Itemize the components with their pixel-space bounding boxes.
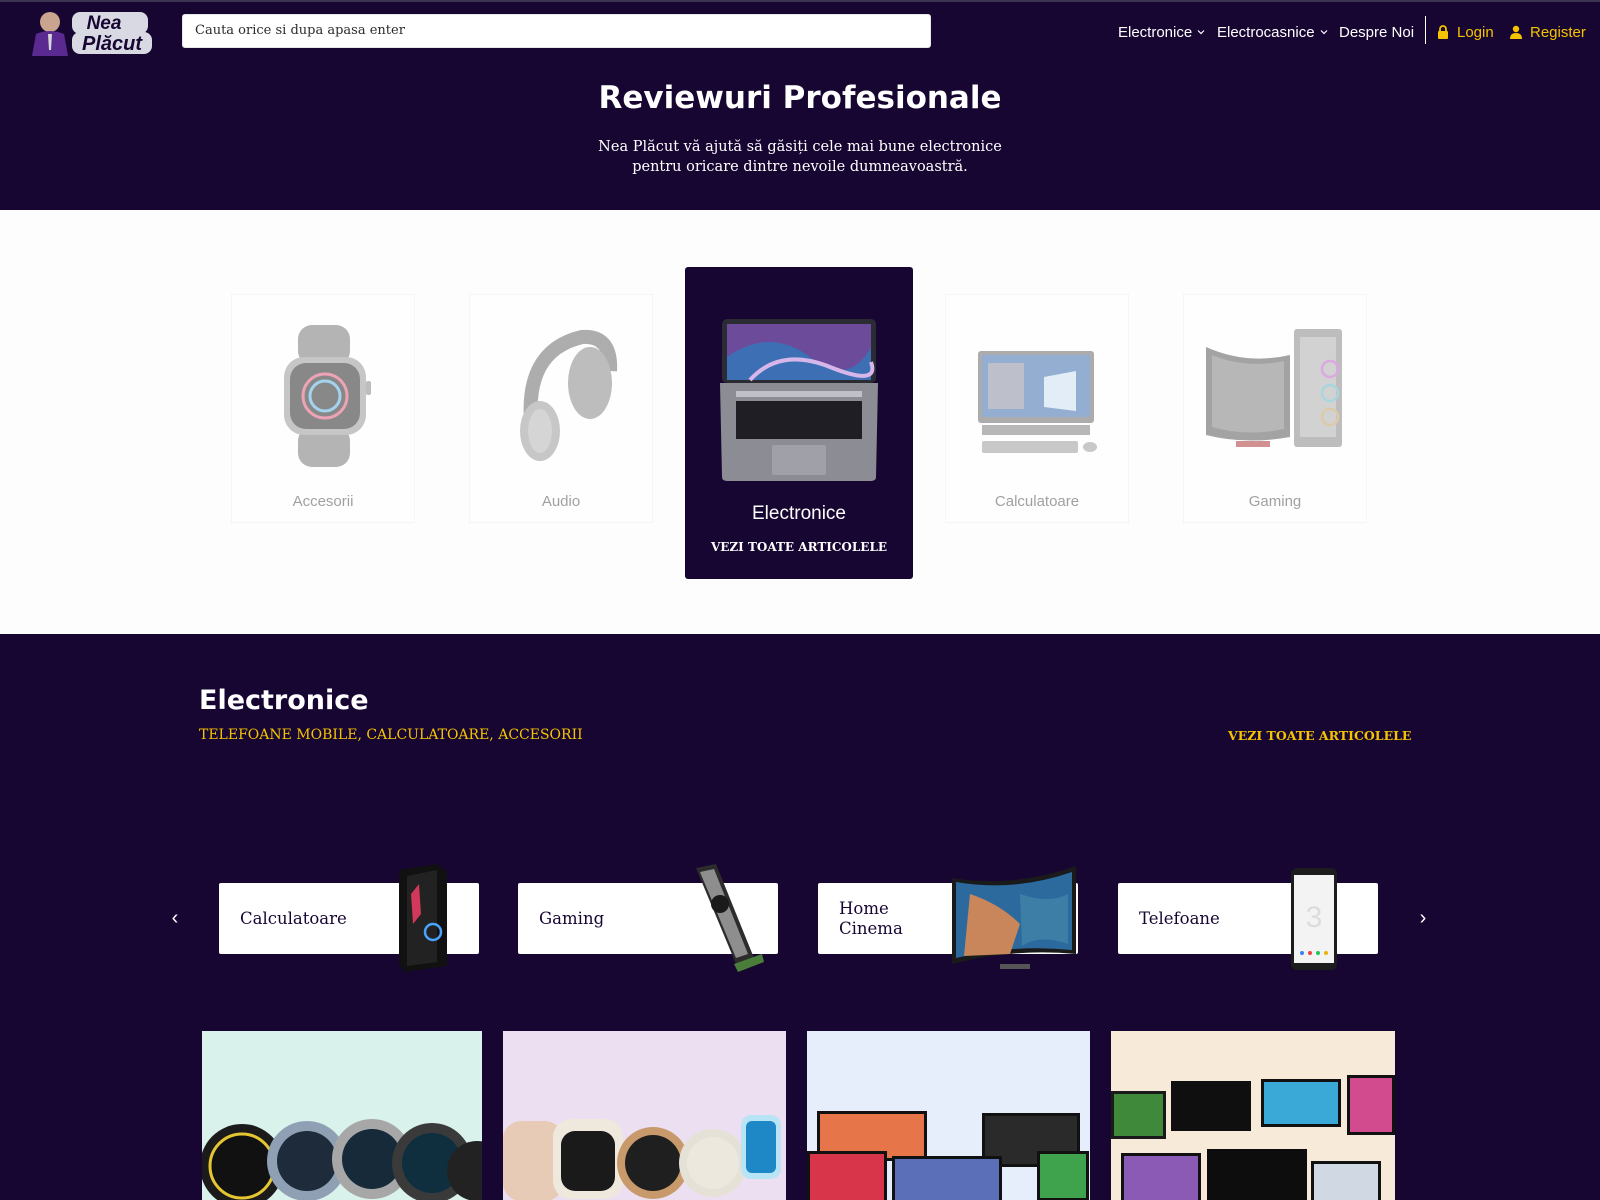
- subcategory-card-telefoane[interactable]: Telefoane: [1118, 883, 1378, 954]
- monitors-tile[interactable]: [1111, 1031, 1395, 1200]
- nav-electronice-label: Electronice: [1118, 23, 1193, 41]
- section-view-all-link[interactable]: VEZI TOATE ARTICOLELE: [1228, 728, 1411, 743]
- category-card-calculatoare[interactable]: Calculatoare: [945, 294, 1129, 523]
- search-input[interactable]: Cauta orice si dupa apasa enter: [182, 14, 931, 48]
- graphics-card-icon: [696, 864, 764, 972]
- svg-text:Plăcut: Plăcut: [82, 33, 143, 55]
- login-link[interactable]: Login: [1437, 21, 1494, 43]
- category-card-accesorii[interactable]: Accesorii: [231, 294, 415, 523]
- category-card-gaming[interactable]: Gaming: [1183, 294, 1367, 523]
- category-card-audio[interactable]: Audio: [469, 294, 653, 523]
- category-card-electronice[interactable]: Electronice VEZI TOATE ARTICOLELE: [685, 267, 913, 579]
- nav-electronice[interactable]: Electronice: [1118, 21, 1206, 43]
- nav-despre-noi[interactable]: Despre Noi: [1339, 21, 1414, 43]
- desktop-computer-icon: [978, 351, 1097, 453]
- headphones-icon: [520, 329, 618, 461]
- tvs-image: [807, 1111, 1089, 1200]
- tvs-tile[interactable]: [807, 1031, 1090, 1200]
- watches-image: [503, 1115, 781, 1200]
- category-label: Calculatoare: [994, 493, 1080, 510]
- chevron-down-icon: [1320, 30, 1327, 35]
- register-link[interactable]: Register: [1510, 21, 1586, 43]
- svg-text:3: 3: [1306, 901, 1323, 934]
- nav-electrocasnice[interactable]: Electrocasnice: [1217, 21, 1329, 43]
- laptop-icon: [720, 319, 878, 481]
- nav-despre-noi-label: Despre Noi: [1339, 23, 1415, 41]
- watches-tile[interactable]: [503, 1031, 786, 1200]
- chevron-right-icon[interactable]: ›: [1414, 906, 1432, 930]
- svg-text:Nea: Nea: [87, 13, 122, 34]
- subcategory-label: Telefoane: [1139, 908, 1220, 928]
- site-logo[interactable]: Nea Plăcut: [28, 4, 154, 56]
- subcategory-label: Calculatoare: [240, 908, 347, 928]
- view-all-articles-link[interactable]: VEZI TOATE ARTICOLELE: [685, 540, 913, 554]
- nav-electrocasnice-label: Electrocasnice: [1217, 23, 1315, 41]
- category-label: Audio: [541, 493, 581, 510]
- monitors-image: [1111, 1075, 1395, 1200]
- nav-divider: [1425, 16, 1426, 44]
- user-icon: [1510, 25, 1522, 39]
- category-label: Electronice: [752, 503, 846, 524]
- hero-subtitle: Nea Plăcut vă ajută să găsiți cele mai b…: [598, 139, 1002, 175]
- section-subtitle: TELEFOANE MOBILE, CALCULATOARE, ACCESORI…: [199, 727, 583, 743]
- chevron-down-icon: [1197, 30, 1205, 35]
- lock-icon: [1438, 25, 1448, 39]
- smartwatch-icon: [284, 325, 371, 467]
- smartwatches-tile[interactable]: [202, 1031, 482, 1200]
- subcategory-label: Home Cinema: [839, 898, 903, 938]
- pc-tower-icon: [399, 864, 447, 972]
- site-header: Nea Plăcut Cauta orice si dupa apasa ent…: [0, 2, 1600, 60]
- register-label: Register: [1530, 23, 1586, 41]
- gaming-pc-icon: [1206, 329, 1342, 447]
- smartwatches-image: [202, 1119, 482, 1200]
- smartphone-icon: 3: [1291, 868, 1337, 970]
- login-label: Login: [1457, 23, 1494, 41]
- tv-icon: [952, 866, 1076, 969]
- section-title: Electronice: [199, 685, 369, 716]
- subcategory-label: Gaming: [539, 908, 605, 928]
- chevron-left-icon[interactable]: ‹: [166, 906, 184, 930]
- category-label: Gaming: [1248, 493, 1302, 510]
- hero-title: Reviewuri Profesionale: [598, 80, 1002, 116]
- category-label: Accesorii: [292, 493, 354, 510]
